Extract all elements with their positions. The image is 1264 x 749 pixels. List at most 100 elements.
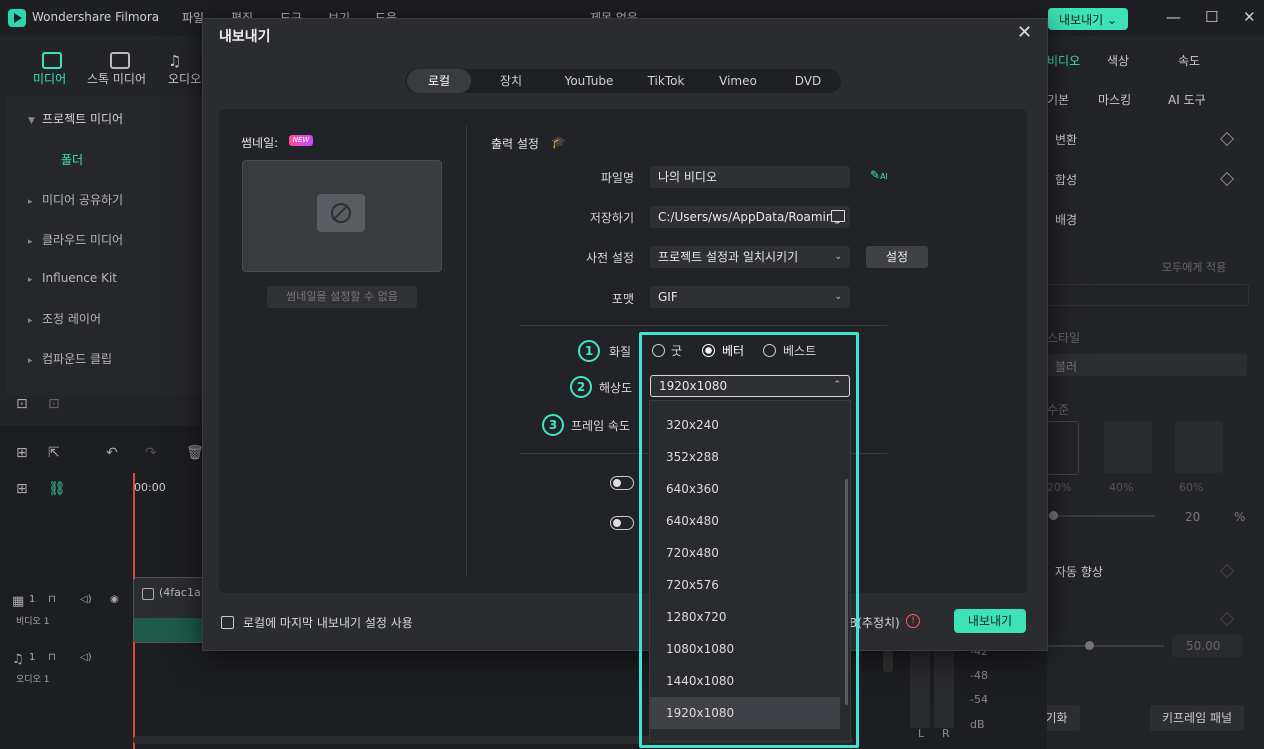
subtab-ai-tools[interactable]: AI 도구 [1168,91,1206,108]
save-to-label: 저장하기 [589,211,634,225]
tab-local[interactable]: 로컬 [407,69,471,93]
video-track-number: 1 [29,594,36,605]
level-value[interactable]: 20 [1185,510,1200,524]
tab-color[interactable]: 색상 [1107,52,1129,69]
lock-icon[interactable]: ⊓ [48,652,56,663]
filename-input[interactable]: 나의 비디오 [650,166,850,188]
folder-icon[interactable] [831,210,845,222]
format-select[interactable]: GIF ⌄ [650,286,850,308]
media-tree: ▼ 프로젝트 미디어 폴더 ▸ 미디어 공유하기 ▸ 클라우드 미디어 ▸ Influe… [6,96,202,396]
db-48: -48 [970,669,988,682]
menu-file[interactable]: 파일 [182,9,204,26]
keyframe-diamond-icon[interactable] [1219,563,1235,579]
redo-icon[interactable]: ↷ [145,445,157,461]
level-unit: % [1234,510,1246,524]
apply-all-button[interactable]: 모두에게 적용 [1162,259,1226,275]
lock-icon[interactable]: ⊓ [48,594,56,605]
export-tabs: 로컬 장치 YouTube TikTok Vimeo DVD [405,69,841,93]
tab-dvd[interactable]: DVD [775,69,841,93]
amount-slider[interactable] [1047,645,1164,647]
remember-settings-label[interactable]: 로컬에 마지막 내보내기 설정 사용 [243,614,413,631]
tree-shared-media[interactable]: ▸ 미디어 공유하기 [28,191,123,208]
add-track-icon[interactable]: ⊞ [16,481,28,497]
row-composite[interactable]: 합성 [1055,171,1077,188]
ai-rename-icon[interactable]: ✎AI [870,168,888,182]
level-preset-20[interactable] [1047,421,1079,475]
speaker-icon[interactable]: ◁) [80,652,92,663]
select-tool-icon[interactable]: ⇱ [48,445,60,461]
amount-input[interactable]: 50.00 [1172,635,1242,657]
tab-stock-media[interactable]: 스톡 미디어 [87,70,146,87]
close-icon[interactable]: ✕ [1017,22,1032,43]
properties-panel: 비디오 색상 속도 기본 마스킹 AI 도구 변환 합성 배경 모두에게 적용 … [1022,36,1264,749]
audio-track-number: 1 [29,652,36,663]
meter-left-label: L [918,727,925,740]
keyframe-diamond-icon[interactable] [1219,611,1235,627]
tab-device[interactable]: 장치 [479,69,543,93]
export-settings-area: 썸네일: NEW 썸네일을 설정할 수 없음 출력 설정 🎓 파일명 나의 비디… [219,109,1027,593]
toggle-switch[interactable] [610,476,634,490]
level-preset-40[interactable] [1104,421,1152,473]
keyframe-panel-button[interactable]: 키프레임 패널 [1150,705,1244,731]
link-icon[interactable]: ⛓ [48,481,66,497]
tab-youtube[interactable]: YouTube [553,69,625,93]
export-button[interactable]: 내보내기 [954,609,1026,633]
preset-select[interactable]: 프로젝트 설정과 일치시키기 ⌄ [650,246,850,268]
level-slider-handle[interactable] [1049,511,1058,520]
level-slider[interactable] [1047,515,1155,517]
tab-speed[interactable]: 속도 [1178,52,1200,69]
maximize-icon[interactable]: ☐ [1205,8,1218,26]
tab-vimeo[interactable]: Vimeo [705,69,771,93]
tree-compound-clip[interactable]: ▸ 컴파운드 클립 [28,350,112,367]
title-export-button[interactable]: 내보내기 ⌄ [1048,8,1128,30]
tree-folder[interactable]: 폴더 [61,151,83,168]
subtab-masking[interactable]: 마스킹 [1098,91,1131,108]
preset-settings-button[interactable]: 설정 [866,246,928,268]
tree-influence-kit[interactable]: ▸ Influence Kit [28,271,117,285]
graduation-cap-icon[interactable]: 🎓 [551,135,566,149]
meter-scrollbar[interactable] [883,648,893,672]
remember-settings-checkbox[interactable] [221,616,234,629]
amount-slider-handle[interactable] [1085,641,1094,650]
clip-waveform [134,618,206,642]
tab-media[interactable]: 미디어 [33,70,66,87]
speaker-icon[interactable]: ◁) [80,594,92,605]
stock-media-icon[interactable] [110,52,130,69]
close-window-icon[interactable]: ✕ [1243,8,1256,26]
db-unit: dB [970,718,985,731]
background-type-select[interactable] [1047,284,1249,306]
meter-right-label: R [942,727,950,740]
tree-cloud-media[interactable]: ▸ 클라우드 미디어 [28,231,123,248]
keyframe-diamond-icon[interactable] [1219,171,1235,187]
tree-adjustment-layer[interactable]: ▸ 조정 레이어 [28,310,101,327]
no-thumbnail-icon [317,194,365,232]
subtab-basic[interactable]: 기본 [1047,91,1069,108]
new-folder-icon[interactable]: ⊡ [16,396,28,412]
chevron-down-icon: ⌄ [834,252,842,262]
row-transform[interactable]: 변환 [1055,131,1077,148]
keyframe-diamond-icon[interactable] [1219,131,1235,147]
media-icon[interactable] [42,52,62,69]
toggle-switch[interactable] [610,516,634,530]
level-preset-60[interactable] [1175,421,1223,473]
eye-icon[interactable]: ◉ [110,594,119,605]
save-path-input[interactable]: C:/Users/ws/AppData/Roaming [650,206,850,228]
preset-label: 사전 설정 [586,251,634,265]
divider [519,325,887,326]
folder-icon[interactable]: ⊡ [48,396,60,412]
resolution-label: 해상도 [599,381,633,395]
music-note-icon[interactable]: ♫ [168,52,181,70]
style-select[interactable]: 블러 [1047,354,1247,376]
tab-video[interactable]: 비디오 [1047,52,1080,69]
layout-icon[interactable]: ⊞ [16,445,28,461]
warning-icon[interactable]: ! [906,614,920,628]
tab-audio[interactable]: 오디오 [168,70,201,87]
row-background[interactable]: 배경 [1055,211,1077,228]
tab-tiktok[interactable]: TikTok [633,69,699,93]
video-clip[interactable]: (4fac1a [133,577,207,643]
minimize-icon[interactable]: — [1166,8,1181,26]
tree-project-media[interactable]: ▼ 프로젝트 미디어 [28,110,123,127]
annotation-highlight-box [639,332,859,748]
set-thumbnail-button[interactable]: 썸네일을 설정할 수 없음 [267,286,417,308]
undo-icon[interactable]: ↶ [106,445,118,461]
